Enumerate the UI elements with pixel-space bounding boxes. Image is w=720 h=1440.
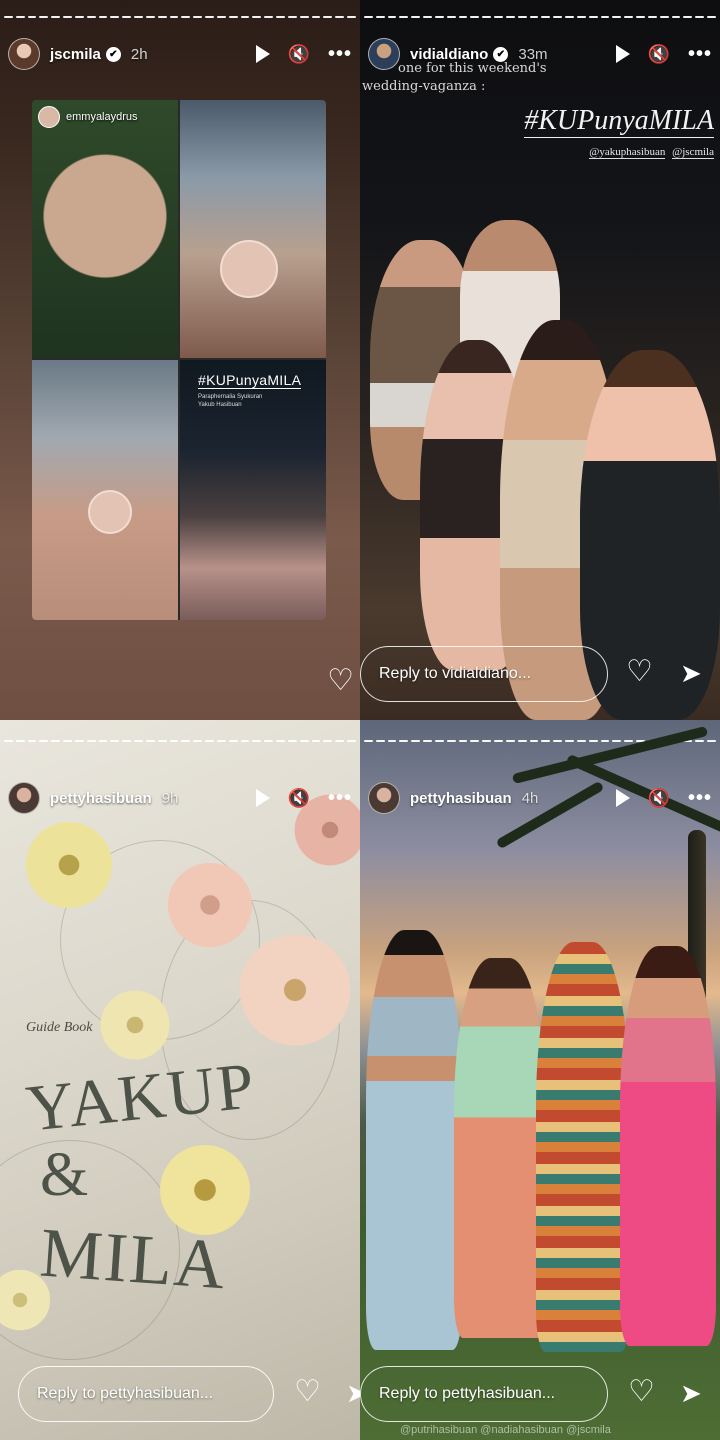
play-icon[interactable] bbox=[255, 45, 270, 63]
play-icon[interactable] bbox=[615, 45, 630, 63]
reply-input[interactable]: Reply to pettyhasibuan... bbox=[18, 1366, 274, 1422]
mention-link[interactable]: @jscmila bbox=[566, 1424, 611, 1436]
tag-avatar bbox=[38, 106, 60, 128]
avatar[interactable] bbox=[8, 38, 40, 70]
reply-input[interactable]: Reply to vidialdiano... bbox=[360, 646, 608, 702]
mute-icon[interactable]: 🔇 bbox=[288, 789, 310, 807]
like-heart-icon[interactable]: ♡ bbox=[294, 1377, 321, 1407]
story-hashtag: #KUPunyaMILA bbox=[524, 105, 714, 138]
flower-illustration bbox=[160, 860, 260, 950]
guidebook-title-line: MILA bbox=[37, 1214, 230, 1305]
story-progress-bar bbox=[4, 16, 356, 18]
reply-input[interactable]: Reply to pettyhasibuan... bbox=[360, 1366, 608, 1422]
mute-icon[interactable]: 🔇 bbox=[648, 789, 670, 807]
like-heart-icon[interactable]: ♡ bbox=[327, 666, 354, 696]
collage-photo-group-right: #KUPunyaMILA Paraphernalia Syukuran Yaku… bbox=[180, 360, 326, 620]
story-mentions: @putrihasibuan @nadiahasibuan @jscmila bbox=[400, 1424, 611, 1436]
send-icon[interactable]: ➤ bbox=[680, 660, 702, 686]
more-options-icon[interactable]: ••• bbox=[688, 44, 712, 64]
story-panel-vidialdiano[interactable]: vidialdiano ✔ 33m 🔇 ••• one for this wee… bbox=[360, 0, 720, 720]
avatar[interactable] bbox=[8, 782, 40, 814]
mute-icon[interactable]: 🔇 bbox=[648, 45, 670, 63]
collage-small-text: Paraphernalia Syukuran Yakub Hasibuan bbox=[198, 394, 263, 408]
story-panel-pettyhasibuan-sunset[interactable]: pettyhasibuan 4h 🔇 ••• Reply to pettyhas… bbox=[360, 720, 720, 1440]
more-options-icon[interactable]: ••• bbox=[328, 44, 352, 64]
story-panel-jscmila[interactable]: jscmila ✔ 2h 🔇 ••• emmyalaydrus #KUPunya… bbox=[0, 0, 360, 720]
send-icon[interactable]: ➤ bbox=[680, 1380, 702, 1406]
play-icon[interactable] bbox=[615, 789, 630, 807]
flower-illustration bbox=[14, 820, 124, 910]
story-mentions: @yakuphasibuan @jscmila bbox=[585, 146, 714, 159]
story-header: pettyhasibuan 9h 🔇 ••• bbox=[0, 778, 360, 818]
collage-photo-friends bbox=[180, 100, 326, 358]
verified-badge-icon: ✔ bbox=[105, 46, 121, 62]
story-username[interactable]: pettyhasibuan bbox=[50, 790, 152, 807]
more-options-icon[interactable]: ••• bbox=[328, 788, 352, 808]
group-selfie-photo bbox=[360, 200, 720, 720]
collage-photo-couple-fan: emmyalaydrus bbox=[32, 100, 178, 358]
story-username[interactable]: jscmila bbox=[50, 46, 101, 63]
like-heart-icon[interactable]: ♡ bbox=[628, 1377, 655, 1407]
mention-link[interactable]: @putrihasibuan bbox=[400, 1424, 477, 1436]
collage-tag-username: emmyalaydrus bbox=[66, 111, 138, 123]
story-username[interactable]: pettyhasibuan bbox=[410, 790, 512, 807]
collage-photo-group-left bbox=[32, 360, 178, 620]
photo-collage: emmyalaydrus #KUPunyaMILA Paraphernalia … bbox=[32, 100, 326, 620]
story-header: pettyhasibuan 4h 🔇 ••• bbox=[360, 778, 720, 818]
story-progress-bar bbox=[364, 16, 716, 18]
send-icon[interactable]: ➤ bbox=[346, 1380, 360, 1406]
photo-fan bbox=[220, 240, 278, 298]
guidebook-title-line: & bbox=[40, 1141, 91, 1209]
story-reply-bar: Reply to pettyhasibuan... ♡ ➤ bbox=[0, 1366, 360, 1422]
story-timestamp: 2h bbox=[130, 45, 148, 63]
guide-book-label: Guide Book bbox=[26, 1020, 93, 1035]
flower-illustration bbox=[230, 930, 360, 1050]
story-progress-bar bbox=[4, 740, 356, 742]
story-timestamp: 9h bbox=[161, 789, 179, 807]
photo-fan bbox=[88, 490, 132, 534]
like-heart-icon[interactable]: ♡ bbox=[626, 657, 653, 687]
mute-icon[interactable]: 🔇 bbox=[288, 45, 310, 63]
mention-link[interactable]: @jscmila bbox=[672, 146, 714, 159]
play-icon[interactable] bbox=[255, 789, 270, 807]
story-header: jscmila ✔ 2h 🔇 ••• bbox=[0, 34, 360, 74]
story-reply-bar: Reply to pettyhasibuan... ♡ ➤ bbox=[360, 1366, 720, 1422]
story-reply-bar: Reply to vidialdiano... ♡ ➤ bbox=[360, 646, 720, 702]
story-panel-pettyhasibuan-guidebook[interactable]: pettyhasibuan 9h 🔇 ••• Guide Book YAKUP … bbox=[0, 720, 360, 1440]
collage-tag-header: emmyalaydrus bbox=[38, 106, 138, 128]
story-timestamp: 4h bbox=[521, 789, 539, 807]
more-options-icon[interactable]: ••• bbox=[688, 788, 712, 808]
story-caption: one for this weekend's wedding-vaganza : bbox=[362, 61, 547, 94]
collage-hashtag: #KUPunyaMILA bbox=[198, 372, 302, 389]
mention-link[interactable]: @yakuphasibuan bbox=[589, 146, 666, 159]
flower-illustration bbox=[90, 990, 180, 1060]
avatar[interactable] bbox=[368, 782, 400, 814]
mention-link[interactable]: @nadiahasibuan bbox=[480, 1424, 563, 1436]
